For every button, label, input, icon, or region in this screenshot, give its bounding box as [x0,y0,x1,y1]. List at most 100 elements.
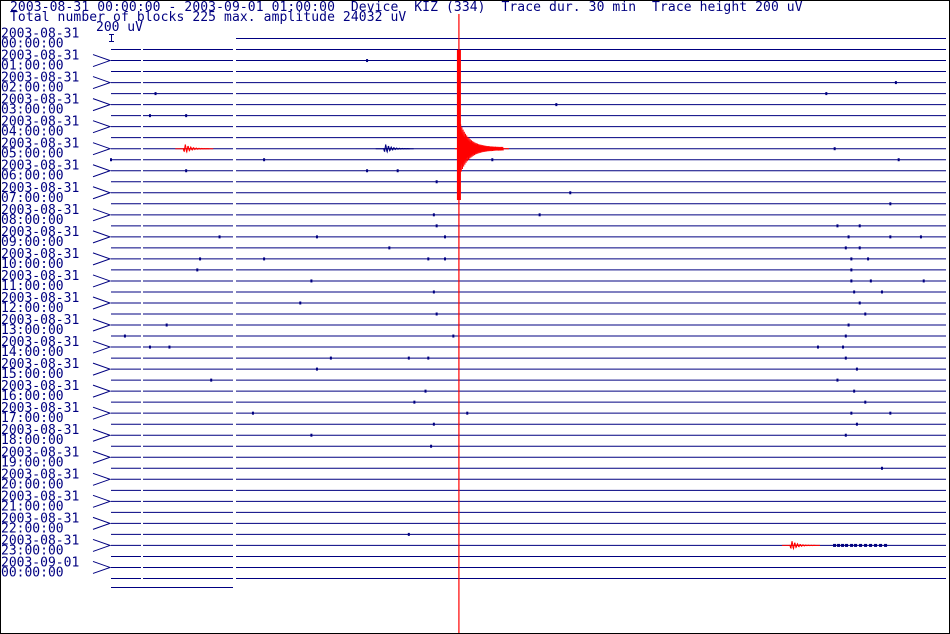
trace-arrow-marker [92,450,112,464]
seismogram-plot: 2003-08-3100:00:002003-08-3101:00:002003… [1,14,946,633]
trace-spike [853,389,856,393]
trace-spike [889,202,892,206]
trace-spike [452,334,455,338]
event-coda-dot [859,543,863,547]
trace-spike [538,213,541,217]
trace-spike [869,279,872,283]
trace-spike [315,367,318,371]
event-coda-dot [869,543,873,547]
trace-arrow-marker [92,538,112,552]
trace-spike [867,257,870,261]
trace-spike [853,290,856,294]
event-coda-dot [850,543,854,547]
trace-spike [263,158,266,162]
trace-spike [844,356,847,360]
trace-spike [444,257,446,261]
trace-spike [844,334,847,338]
trace-spike [427,356,430,360]
trace-spike [850,411,853,415]
trace-spike [413,400,416,404]
trace-spike [110,158,112,162]
trace-spike [825,92,828,96]
hour-label-time: 00:00:00 [1,565,64,580]
event-coda-dot [841,543,845,547]
trace-spike [185,114,188,118]
trace-arrow-marker [92,428,112,442]
trace-spike [165,323,168,327]
trace-spike [329,356,332,360]
trace-spike [427,257,430,261]
trace-spike [850,268,853,272]
trace-spike [196,268,199,272]
trace-arrow-marker [92,296,112,310]
trace-arrow-marker [92,318,112,332]
event-coda-dot [833,543,837,547]
event-coda-dot [884,543,888,547]
trace-spike [894,81,897,85]
trace-spike [555,103,558,107]
event-main-envelope [456,50,461,200]
trace-spike [148,345,151,349]
trace-spike [251,411,254,415]
trace-spike [880,466,883,470]
trace-spike [366,59,369,63]
trace-spike [154,92,157,96]
trace-spike [424,389,427,393]
trace-spike [432,290,435,294]
trace-arrow-marker [92,472,112,486]
trace-arrow-marker [92,76,112,90]
trace-arrow-marker [92,384,112,398]
trace-spike [858,246,861,250]
trace-arrow-marker [92,340,112,354]
trace-arrow-marker [92,362,112,376]
trace-arrow-marker [92,274,112,288]
trace-spike [435,312,438,316]
trace-spike [847,235,850,239]
trace-spike [864,312,867,316]
trace-spike [148,114,151,118]
trace-spike [432,213,435,217]
trace-spike [388,246,391,250]
trace-spike [310,279,313,283]
trace-spike [123,334,126,338]
event-coda-dot [845,543,849,547]
trace-arrow-marker [92,208,112,222]
trace-spike [430,444,433,448]
event-coda-dot [879,543,883,547]
trace-spike [432,422,435,426]
trace-spike [889,411,892,415]
trace-spike [396,169,399,173]
trace-spike [880,290,883,294]
trace-spike [858,301,861,305]
trace-spike [315,235,318,239]
trace-spike [833,147,836,151]
trace-spike [844,246,847,250]
trace-spike [897,158,900,162]
trace-spike [855,367,858,371]
trace-spike [218,235,221,239]
trace-spike [858,224,861,228]
trace-spike [407,532,410,536]
trace-spike [836,224,839,228]
trace-arrow-marker [92,164,112,178]
trace-arrow-marker [92,494,112,508]
trace-spike [847,323,850,327]
trace-spike [310,433,313,437]
trace-spike [299,301,302,305]
trace-spike [844,433,847,437]
trace-spike [569,191,572,195]
trace-arrow-marker [92,516,112,530]
trace-arrow-marker [92,230,112,244]
trace-arrow-marker [92,54,112,68]
event-main-waveform [458,120,504,179]
trace-arrow-marker [92,98,112,112]
trace-arrow-marker [92,120,112,134]
trace-spike [444,235,446,239]
event-coda-dot [854,543,858,547]
trace-arrow-marker [92,252,112,266]
event-coda-dot [864,543,868,547]
trace-spike [864,400,867,404]
trace-spike [850,279,853,283]
trace-spike [435,180,438,184]
trace-spike [366,169,369,173]
